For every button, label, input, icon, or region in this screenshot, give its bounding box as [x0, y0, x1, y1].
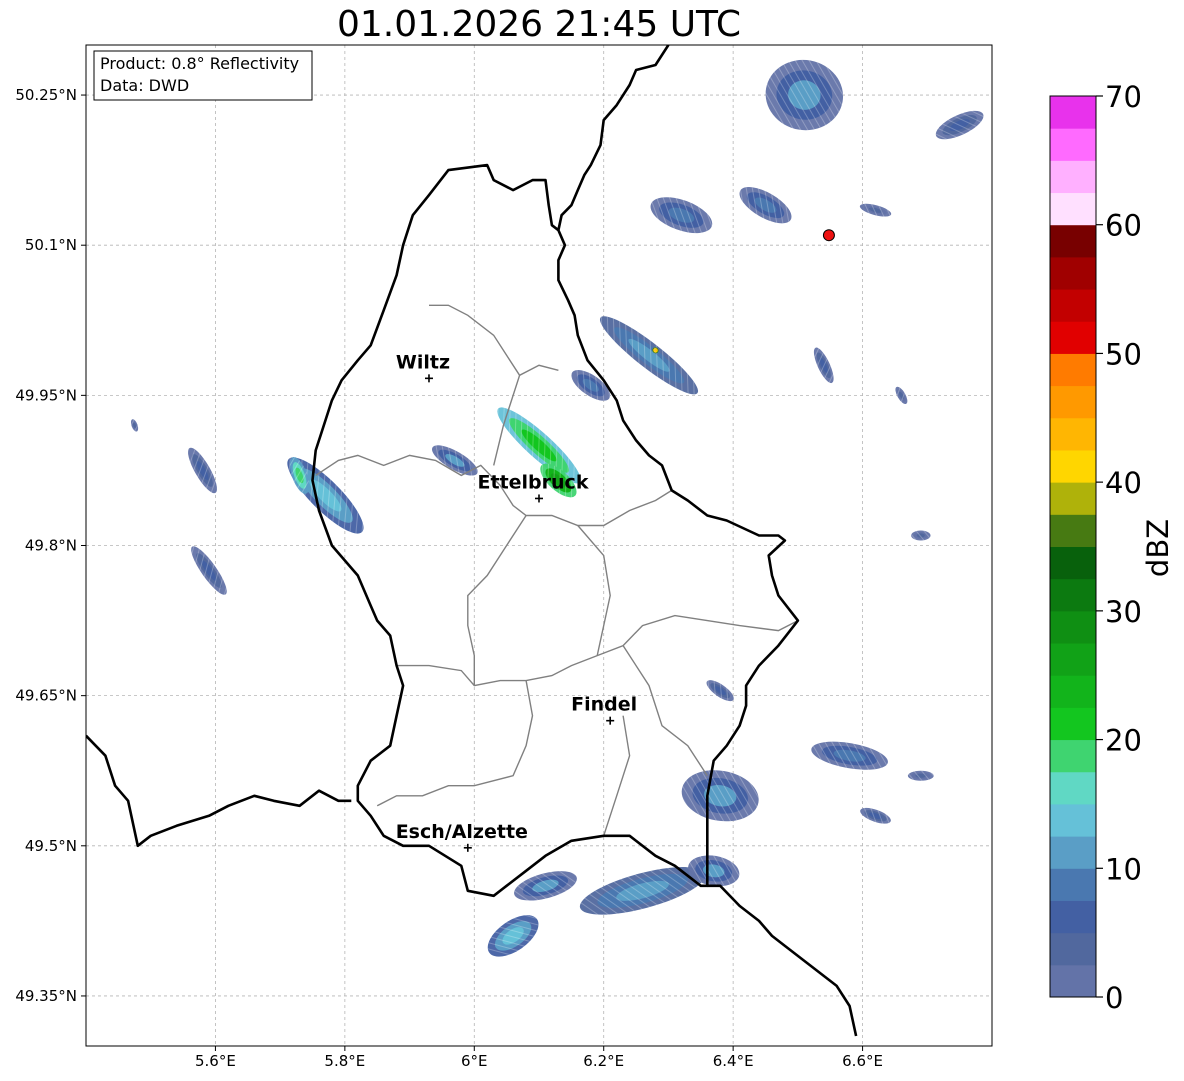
info-product: Product: 0.8° Reflectivity — [100, 54, 299, 73]
colorbar-segment — [1050, 417, 1096, 451]
colorbar-segment — [1050, 932, 1096, 966]
colorbar-segment — [1050, 321, 1096, 354]
colorbar-segment — [1050, 610, 1096, 644]
echo-cell — [907, 770, 934, 781]
colorbar-segment — [1050, 289, 1096, 322]
colorbar-segment — [1050, 385, 1096, 419]
colorbar-segment — [1050, 578, 1096, 612]
echo-cell — [911, 530, 931, 541]
y-axis-ticks: 50.25°N 50.1°N 49.95°N 49.8°N 49.65°N 49.5°N 4… — [15, 86, 86, 1005]
colorbar-segment — [1050, 771, 1096, 805]
y-tick-label: 50.25°N — [15, 86, 77, 104]
x-tick-label: 5.8°E — [324, 1052, 365, 1070]
colorbar-segment — [1050, 803, 1096, 837]
city-label: Findel — [571, 694, 637, 716]
colorbar-segment — [1050, 739, 1096, 773]
colorbar-segment — [1050, 160, 1096, 194]
colorbar-segment — [1050, 675, 1096, 708]
colorbar-tick-label: 30 — [1105, 595, 1142, 629]
colorbar-segment — [1050, 128, 1096, 161]
colorbar-segment — [1050, 192, 1096, 226]
colorbar-segment — [1050, 256, 1096, 290]
colorbar-tick-label: 10 — [1105, 852, 1142, 886]
radar-map-figure: WiltzEttelbruckFindelEsch/Alzette 5.6°E 5… — [15, 44, 1175, 1070]
colorbar-tick-label: 0 — [1105, 981, 1123, 1015]
x-tick-label: 5.6°E — [195, 1052, 236, 1070]
colorbar-segment — [1050, 96, 1096, 129]
y-tick-label: 50.1°N — [25, 236, 77, 254]
colorbar-segment — [1050, 224, 1096, 258]
colorbar-tick-label: 60 — [1105, 209, 1142, 243]
colorbar-segment — [1050, 482, 1096, 515]
colorbar-segment — [1050, 449, 1096, 483]
colorbar-segment — [1050, 514, 1096, 547]
city-label: Esch/Alzette — [396, 821, 528, 843]
colorbar-tick-label: 50 — [1105, 337, 1142, 371]
city-label: Wiltz — [396, 351, 450, 373]
colorbar-segment — [1050, 643, 1096, 676]
x-tick-label: 6.4°E — [713, 1052, 754, 1070]
colorbar — [1049, 95, 1097, 998]
info-box: Product: 0.8° Reflectivity Data: DWD — [93, 50, 313, 101]
x-tick-label: 6°E — [461, 1052, 488, 1070]
radar-site-marker-group — [822, 229, 835, 242]
x-axis-ticks: 5.6°E 5.8°E 6°E 6.2°E 6.4°E 6.6°E — [195, 1046, 883, 1070]
colorbar-segment — [1050, 964, 1096, 998]
city-label: Ettelbruck — [478, 471, 589, 493]
colorbar-ticks: 0 10 20 30 40 50 60 70 — [1096, 80, 1142, 1015]
colorbar-segment — [1050, 900, 1096, 934]
colorbar-tick-label: 20 — [1105, 724, 1142, 758]
radar-site-marker — [822, 229, 835, 242]
colorbar-segment — [1050, 868, 1096, 901]
y-tick-label: 49.5°N — [25, 837, 77, 855]
colorbar-segment — [1050, 546, 1096, 580]
colorbar-label: dBZ — [1141, 519, 1175, 577]
colorbar-segment — [1050, 353, 1096, 387]
info-source: Data: DWD — [100, 76, 189, 95]
y-tick-label: 49.35°N — [15, 987, 77, 1005]
colorbar-tick-label: 70 — [1105, 80, 1142, 114]
y-tick-label: 49.8°N — [25, 537, 77, 555]
colorbar-tick-label: 40 — [1105, 466, 1142, 500]
colorbar-segment — [1050, 707, 1096, 741]
colorbar-segment — [1050, 836, 1096, 869]
y-tick-label: 49.95°N — [15, 386, 77, 404]
x-tick-label: 6.6°E — [842, 1052, 883, 1070]
x-tick-label: 6.2°E — [583, 1052, 624, 1070]
y-tick-label: 49.65°N — [15, 687, 77, 705]
